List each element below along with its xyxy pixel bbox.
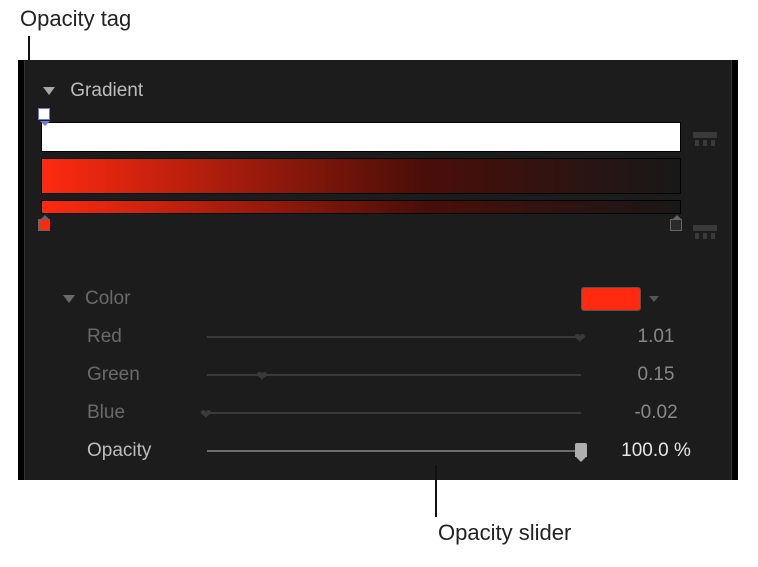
distribute-color-stops-button[interactable] bbox=[693, 225, 717, 249]
chevron-down-icon bbox=[43, 87, 55, 95]
opacity-value[interactable]: 100.0 % bbox=[601, 440, 711, 462]
green-row: Green ❤ 0.15 bbox=[63, 356, 711, 394]
editor-panel-inner: Gradient bbox=[24, 60, 732, 480]
callout-opacity-slider: Opacity slider bbox=[438, 520, 571, 546]
green-value[interactable]: 0.15 bbox=[601, 364, 711, 386]
callout-opacity-tag: Opacity tag bbox=[20, 6, 131, 32]
editor-panel: Gradient bbox=[18, 60, 738, 480]
color-section: Color Red ❤ 1.01 Green ❤ bbox=[63, 280, 711, 470]
heart-icon: ❤ bbox=[256, 368, 268, 384]
blue-slider[interactable]: ❤ bbox=[207, 412, 581, 414]
gradient-section-header[interactable]: Gradient bbox=[43, 80, 143, 102]
chevron-down-icon bbox=[63, 295, 75, 303]
slider-thumb-icon bbox=[575, 443, 587, 457]
gradient-preview-bar bbox=[41, 158, 681, 194]
red-value[interactable]: 1.01 bbox=[601, 326, 711, 348]
gradient-editor bbox=[41, 122, 681, 214]
gradient-color-bar[interactable] bbox=[41, 200, 681, 214]
green-slider[interactable]: ❤ bbox=[207, 374, 581, 376]
gradient-section-title: Gradient bbox=[70, 80, 143, 101]
callout-line-opacity-slider bbox=[435, 465, 437, 517]
opacity-row: Opacity 100.0 % bbox=[63, 432, 711, 470]
blue-row: Blue ❤ -0.02 bbox=[63, 394, 711, 432]
red-row: Red ❤ 1.01 bbox=[63, 318, 711, 356]
red-label: Red bbox=[87, 326, 207, 348]
gradient-opacity-bar[interactable] bbox=[41, 122, 681, 152]
gradient-color-stop-right[interactable] bbox=[670, 219, 684, 233]
opacity-slider[interactable] bbox=[207, 450, 581, 452]
green-label: Green bbox=[87, 364, 207, 386]
blue-label: Blue bbox=[87, 402, 207, 424]
chevron-down-icon bbox=[649, 296, 659, 302]
distribute-opacity-stops-button[interactable] bbox=[693, 132, 717, 156]
red-slider[interactable]: ❤ bbox=[207, 336, 581, 338]
color-section-header[interactable]: Color bbox=[63, 280, 711, 318]
opacity-label: Opacity bbox=[87, 440, 207, 462]
gradient-color-stop-left[interactable] bbox=[38, 219, 52, 233]
heart-icon: ❤ bbox=[574, 330, 586, 346]
heart-icon: ❤ bbox=[200, 406, 212, 422]
color-section-title: Color bbox=[85, 288, 581, 310]
gradient-opacity-stop[interactable] bbox=[38, 108, 52, 122]
color-swatch bbox=[581, 287, 641, 311]
color-swatch-control[interactable] bbox=[581, 287, 711, 311]
blue-value[interactable]: -0.02 bbox=[601, 402, 711, 424]
